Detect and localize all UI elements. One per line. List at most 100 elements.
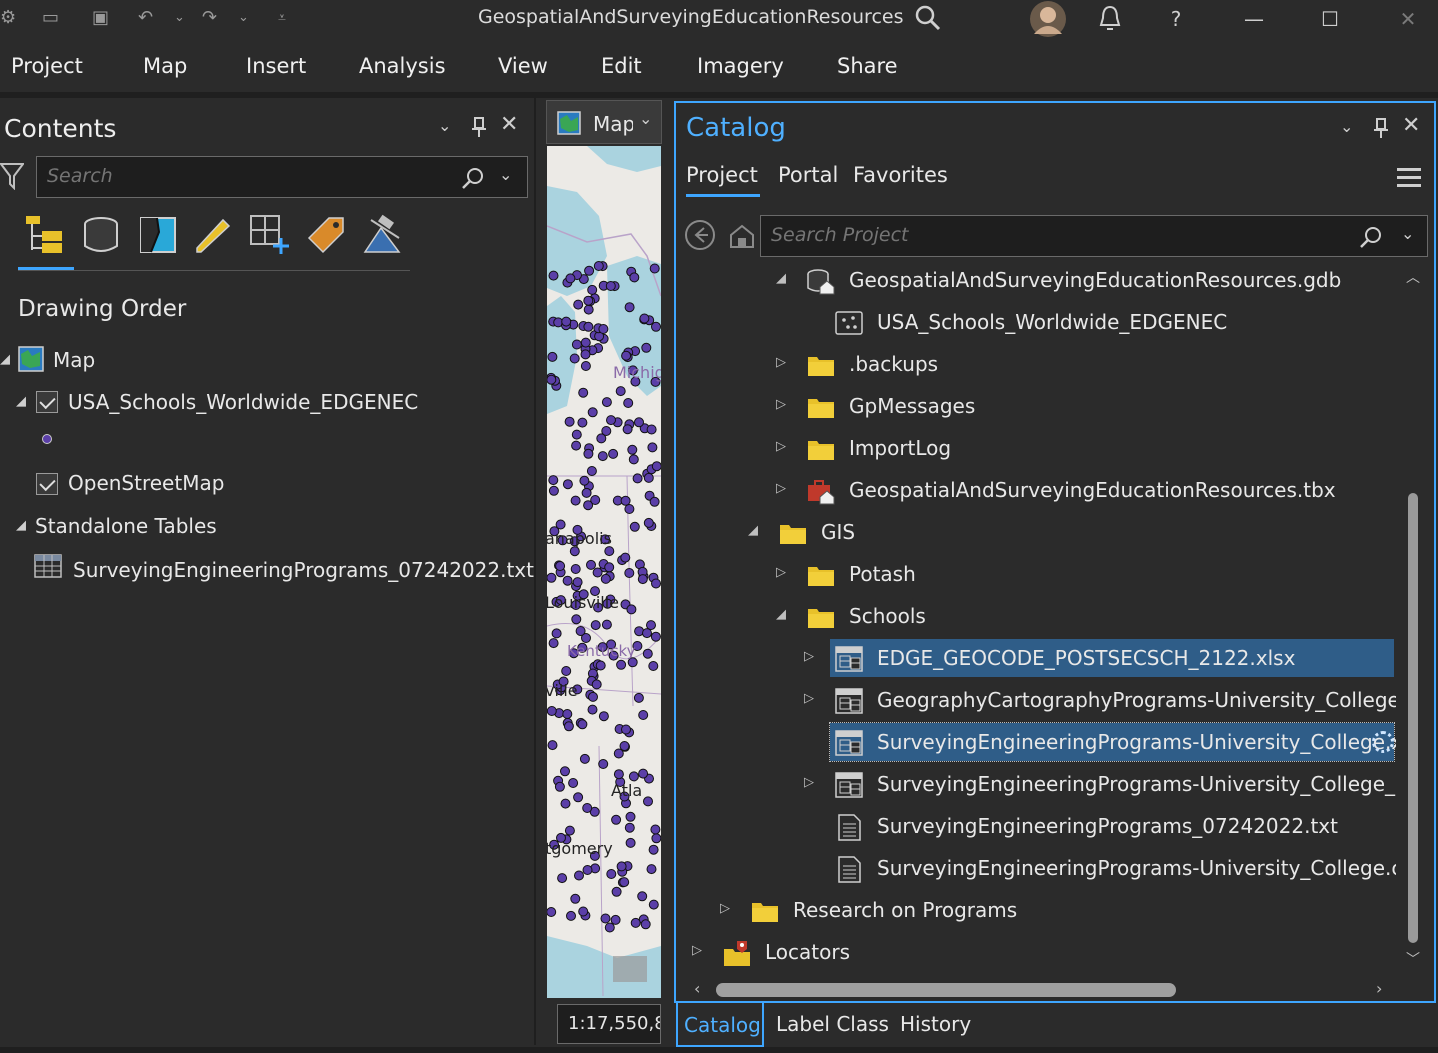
catalog-item[interactable]: ◢ GeospatialAndSurveyingEducationResource…: [676, 261, 1398, 301]
school-point[interactable]: [627, 444, 638, 455]
list-by-drawing-order-icon[interactable]: [24, 214, 66, 256]
school-point[interactable]: [651, 578, 661, 589]
school-point[interactable]: [554, 781, 565, 792]
school-point[interactable]: [632, 473, 643, 484]
school-point[interactable]: [613, 748, 624, 759]
school-point[interactable]: [621, 724, 631, 735]
list-by-editing-icon[interactable]: [193, 214, 235, 256]
school-point[interactable]: [605, 281, 616, 291]
school-point[interactable]: [577, 417, 588, 428]
school-point[interactable]: [611, 886, 622, 897]
school-point[interactable]: [570, 893, 581, 904]
school-point[interactable]: [578, 387, 589, 398]
school-point[interactable]: [650, 631, 661, 642]
school-point[interactable]: [601, 397, 612, 408]
school-point[interactable]: [628, 771, 639, 782]
school-point[interactable]: [592, 567, 603, 578]
map-basemap[interactable]: Michig anapolis Louisville Kentucky vill…: [547, 146, 661, 998]
catalog-tab-portal[interactable]: Portal: [778, 163, 838, 187]
tab-edit[interactable]: Edit: [601, 54, 642, 78]
redo-dropdown-icon[interactable]: ⌄: [238, 4, 249, 32]
school-point[interactable]: [648, 899, 659, 910]
map-view-tab[interactable]: Map ⌄: [546, 100, 662, 144]
school-point[interactable]: [571, 339, 582, 350]
catalog-item[interactable]: ▷ .backups: [676, 345, 1398, 385]
pin-icon[interactable]: [470, 116, 488, 138]
school-point[interactable]: [557, 873, 568, 884]
project-home-icon[interactable]: [728, 223, 756, 249]
school-point[interactable]: [587, 704, 598, 715]
school-point[interactable]: [625, 811, 636, 822]
school-point[interactable]: [625, 837, 636, 848]
school-point[interactable]: [628, 454, 639, 465]
school-point[interactable]: [547, 374, 557, 385]
school-point[interactable]: [570, 564, 581, 574]
school-point[interactable]: [577, 719, 588, 730]
tab-imagery[interactable]: Imagery: [697, 54, 784, 78]
school-point[interactable]: [586, 466, 597, 476]
school-point[interactable]: [624, 504, 635, 514]
map-attribution-icon[interactable]: [613, 956, 647, 982]
school-point[interactable]: [641, 342, 652, 353]
map-layer-label[interactable]: Map: [53, 348, 95, 372]
catalog-item[interactable]: ◢ Schools: [676, 597, 1398, 637]
school-point[interactable]: [579, 475, 590, 486]
school-point[interactable]: [581, 487, 592, 498]
school-point[interactable]: [564, 416, 575, 427]
school-point[interactable]: [575, 626, 586, 636]
school-point[interactable]: [562, 709, 573, 719]
catalog-item[interactable]: ▷ Research on Programs: [676, 891, 1398, 931]
school-point[interactable]: [571, 440, 582, 451]
catalog-item[interactable]: SurveyingEngineeringPrograms-University_…: [676, 849, 1398, 889]
schools-layer-checkbox[interactable]: [36, 391, 58, 413]
school-point[interactable]: [583, 448, 594, 459]
expand-icon[interactable]: ▷: [776, 481, 786, 496]
list-by-source-icon[interactable]: [80, 214, 122, 256]
school-point[interactable]: [598, 711, 609, 722]
expand-icon[interactable]: ▷: [804, 691, 814, 706]
school-point[interactable]: [562, 575, 573, 586]
horizontal-scrollbar[interactable]: ‹ ›: [686, 979, 1398, 1001]
school-point[interactable]: [639, 313, 650, 324]
school-point[interactable]: [590, 620, 601, 631]
tab-map[interactable]: Map: [143, 54, 187, 78]
school-point[interactable]: [630, 917, 641, 928]
map-tab-label[interactable]: Map: [593, 112, 633, 136]
standalone-table-item[interactable]: SurveyingEngineeringPrograms_07242022.tx…: [73, 558, 534, 582]
school-point[interactable]: [620, 552, 631, 563]
school-point[interactable]: [624, 302, 635, 313]
undo-dropdown-icon[interactable]: ⌄: [174, 4, 185, 32]
school-point[interactable]: [563, 721, 574, 732]
tab-share[interactable]: Share: [837, 54, 898, 78]
school-point[interactable]: [582, 865, 593, 875]
school-point[interactable]: [629, 272, 640, 283]
schools-layer-collapse-icon[interactable]: ◢: [16, 394, 26, 409]
school-point[interactable]: [600, 573, 611, 584]
pin-icon[interactable]: [1372, 117, 1390, 139]
openstreetmap-layer-label[interactable]: OpenStreetMap: [68, 471, 224, 495]
school-point[interactable]: [570, 495, 581, 506]
scroll-right-icon[interactable]: ›: [1376, 979, 1382, 998]
filter-icon[interactable]: [0, 162, 24, 190]
school-point[interactable]: [651, 833, 661, 844]
school-point[interactable]: [548, 270, 559, 281]
catalog-item[interactable]: ▷ GeospatialAndSurveyingEducationResource…: [676, 471, 1398, 511]
school-point[interactable]: [566, 910, 576, 921]
school-point[interactable]: [593, 261, 604, 271]
tab-project[interactable]: Project: [11, 54, 83, 78]
school-point[interactable]: [620, 495, 631, 506]
school-point[interactable]: [573, 792, 584, 803]
scroll-up-icon[interactable]: ︿: [1406, 267, 1420, 287]
school-point[interactable]: [637, 574, 648, 585]
save-project-icon[interactable]: ▣: [92, 4, 109, 32]
list-by-selection-icon[interactable]: [137, 214, 179, 256]
catalog-item[interactable]: ▷ GpMessages: [676, 387, 1398, 427]
menu-icon[interactable]: [1396, 165, 1422, 191]
school-point[interactable]: [578, 906, 589, 917]
school-point[interactable]: [583, 295, 594, 306]
school-point[interactable]: [591, 679, 602, 690]
list-by-labeling-icon[interactable]: [305, 214, 347, 256]
school-point[interactable]: [613, 769, 624, 780]
user-avatar[interactable]: [1028, 0, 1068, 38]
school-point[interactable]: [606, 869, 617, 879]
